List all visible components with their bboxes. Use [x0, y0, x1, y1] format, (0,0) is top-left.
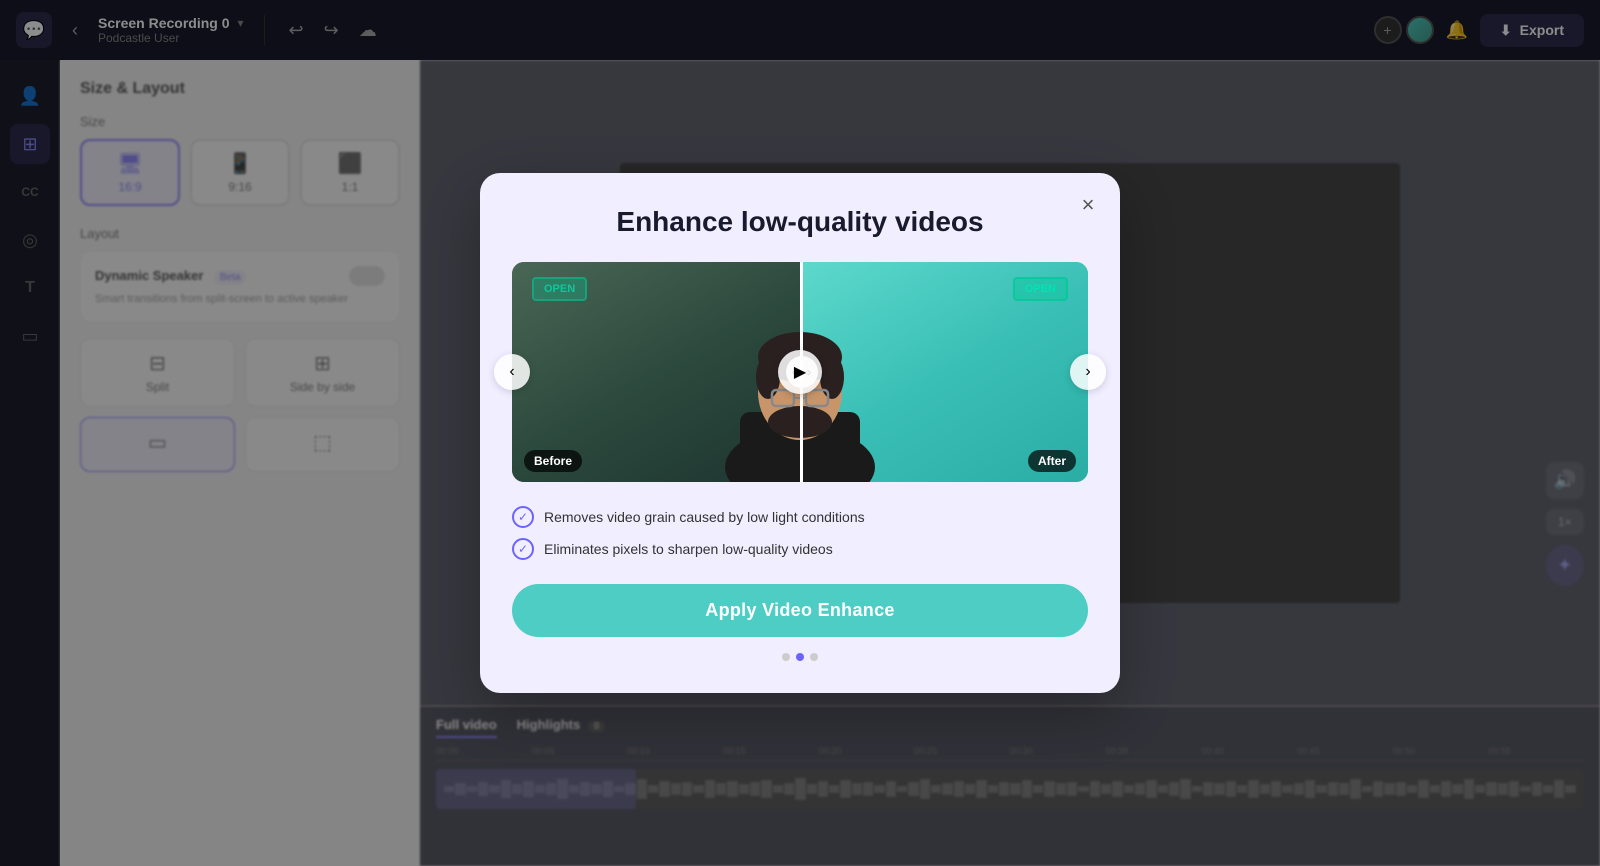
- dot-1[interactable]: [782, 653, 790, 661]
- play-button[interactable]: ▶: [778, 350, 822, 394]
- feature-check-2: ✓: [512, 538, 534, 560]
- feature-text-1: Removes video grain caused by low light …: [544, 509, 865, 525]
- before-after-area: ‹ OPEN OPEN: [512, 262, 1088, 482]
- before-after-container: OPEN OPEN: [512, 262, 1088, 482]
- carousel-dots: [512, 653, 1088, 661]
- dot-3[interactable]: [810, 653, 818, 661]
- feature-check-1: ✓: [512, 506, 534, 528]
- modal-close-button[interactable]: ×: [1072, 189, 1104, 221]
- after-label: After: [1028, 450, 1076, 472]
- feature-text-2: Eliminates pixels to sharpen low-quality…: [544, 541, 833, 557]
- dot-2[interactable]: [796, 653, 804, 661]
- modal-overlay[interactable]: × Enhance low-quality videos ‹ OPEN: [0, 0, 1600, 866]
- features-list: ✓ Removes video grain caused by low ligh…: [512, 506, 1088, 560]
- apply-video-enhance-button[interactable]: Apply Video Enhance: [512, 584, 1088, 637]
- modal-title: Enhance low-quality videos: [512, 205, 1088, 239]
- next-slide-button[interactable]: ›: [1070, 354, 1106, 390]
- before-label: Before: [524, 450, 582, 472]
- feature-item-2: ✓ Eliminates pixels to sharpen low-quali…: [512, 538, 1088, 560]
- enhance-modal: × Enhance low-quality videos ‹ OPEN: [480, 173, 1120, 694]
- prev-slide-button[interactable]: ‹: [494, 354, 530, 390]
- feature-item-1: ✓ Removes video grain caused by low ligh…: [512, 506, 1088, 528]
